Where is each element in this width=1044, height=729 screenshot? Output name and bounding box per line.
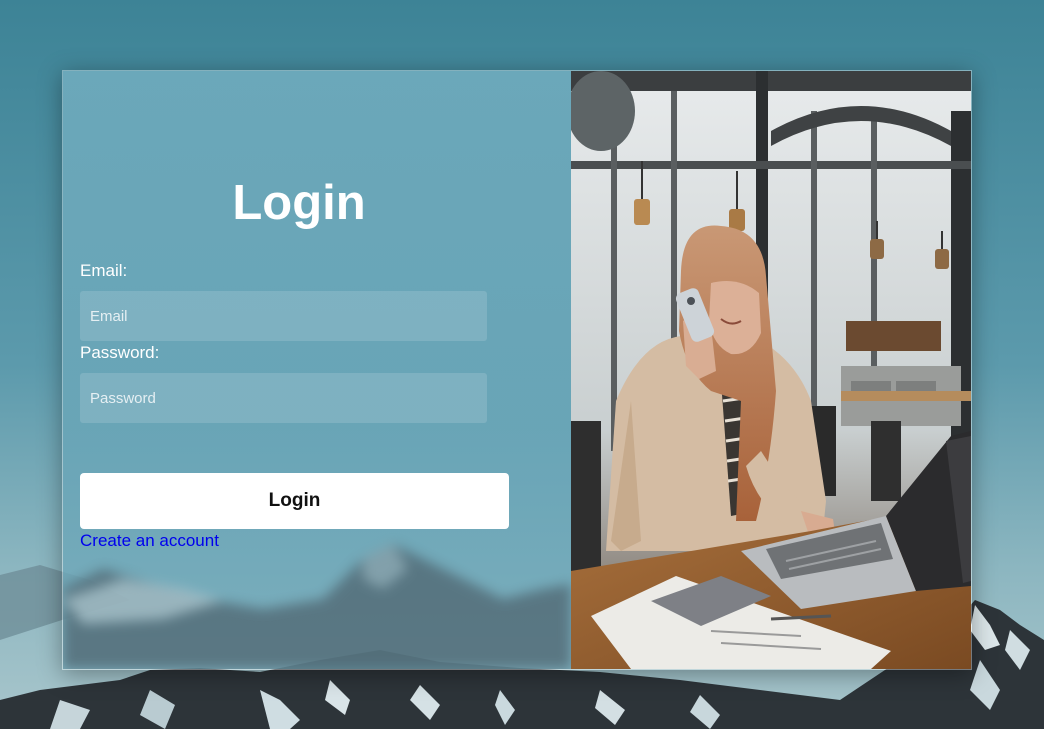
login-card: Login Email: Password: Login Create an a…	[62, 70, 972, 670]
email-label: Email:	[80, 261, 128, 280]
login-button[interactable]: Login	[80, 473, 509, 529]
login-form-panel: Login Email: Password: Login Create an a…	[63, 71, 571, 669]
password-input[interactable]	[80, 373, 487, 423]
woman-on-phone-with-laptop-photo	[571, 71, 971, 669]
hero-photo	[571, 71, 971, 669]
email-input[interactable]	[80, 291, 487, 341]
password-label: Password:	[80, 343, 160, 362]
create-account-link[interactable]: Create an account	[80, 531, 219, 551]
page-title: Login	[232, 176, 366, 230]
